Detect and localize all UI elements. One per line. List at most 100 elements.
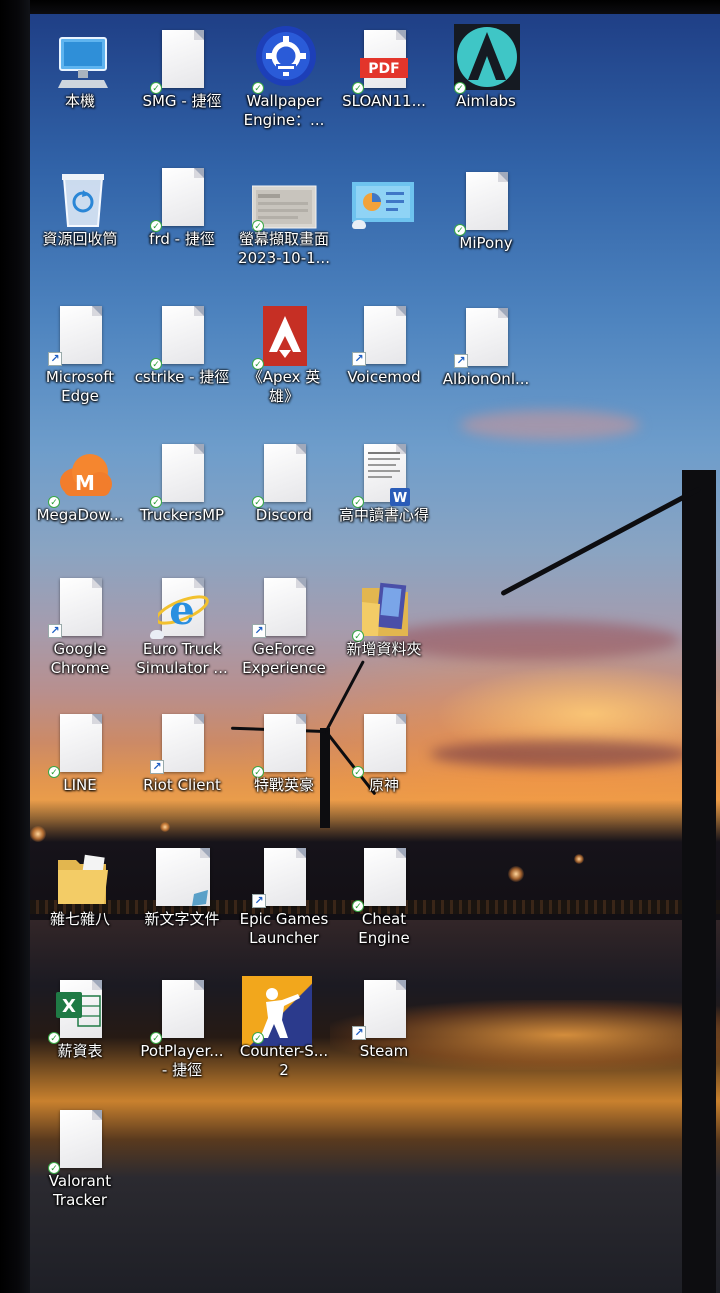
file-icon: [360, 714, 410, 774]
icon-label: frd - 捷徑: [149, 230, 215, 248]
file-icon: [360, 306, 410, 366]
icon-label: Valorant Tracker: [48, 1172, 112, 1209]
shortcut-arrow-icon: ↗: [252, 894, 266, 908]
desktop-icon-frd[interactable]: ✓ frd - 捷徑: [132, 156, 232, 284]
icon-label: Google Chrome: [50, 640, 110, 677]
icon-label: cstrike - 捷徑: [134, 368, 230, 386]
desktop-icon-albion[interactable]: ↗ AlbionOnl...: [436, 296, 536, 424]
apex-icon: [260, 306, 310, 366]
image-thumbnail-icon: [252, 168, 317, 229]
desktop-icon-line[interactable]: ✓ LINE: [30, 702, 130, 830]
file-icon: [260, 444, 310, 504]
icon-label: MegaDow...: [36, 506, 124, 524]
desktop-icon-misc-folder[interactable]: 雜七雜八: [30, 836, 130, 964]
file-icon: [462, 172, 512, 232]
icon-label: 新增資料夾: [346, 640, 422, 658]
excel-icon: X: [56, 980, 106, 1040]
desktop-icon-voicemod[interactable]: ↗ Voicemod: [334, 294, 434, 422]
desktop-icon-chrome[interactable]: ↗ Google Chrome: [30, 566, 130, 694]
desktop-icon-genshin[interactable]: ✓ 原神: [334, 702, 434, 830]
icon-label: 本機: [64, 92, 95, 110]
icon-label: Voicemod: [347, 368, 421, 386]
desktop-icon-riot[interactable]: ↗ Riot Client: [132, 702, 232, 830]
pdf-icon: PDF: [360, 30, 410, 90]
icon-label: 特戰英豪: [253, 776, 314, 794]
mega-cloud-icon: M: [56, 444, 112, 504]
desktop-icon-sloan[interactable]: PDF ✓ SLOAN11...: [334, 18, 434, 146]
desktop-icon-cs2[interactable]: ✓ Counter-S... 2: [234, 968, 334, 1096]
desktop-icon-truckersmp[interactable]: ✓ TruckersMP: [132, 432, 232, 560]
desktop-icon-steam[interactable]: ↗ Steam: [334, 968, 434, 1096]
icon-label: 資源回收筒: [42, 230, 118, 248]
desktop-icon-potplayer[interactable]: ✓ PotPlayer... - 捷徑: [132, 968, 232, 1096]
icon-label: 薪資表: [57, 1042, 103, 1060]
word-doc-icon: W: [360, 444, 410, 506]
file-icon: [158, 168, 208, 228]
desktop-icon-apex[interactable]: ✓ 《Apex 英雄》: [234, 294, 334, 422]
desktop-icon-smg[interactable]: ✓ SMG - 捷徑: [132, 18, 232, 146]
desktop-icon-valorant[interactable]: ✓ 特戰英豪: [234, 702, 334, 830]
desktop-icon-geforce[interactable]: ↗ GeForce Experience: [234, 566, 334, 694]
text-file-icon: [156, 848, 210, 908]
shortcut-arrow-icon: ↗: [150, 760, 164, 774]
icon-label: GeForce Experience: [242, 640, 326, 677]
shortcut-arrow-icon: ↗: [48, 352, 62, 366]
desktop-icon-this-pc[interactable]: 本機: [30, 18, 130, 146]
icon-label: SMG - 捷徑: [142, 92, 222, 110]
desktop-icon-slides-doc[interactable]: [334, 156, 434, 284]
icon-label: 螢幕擷取畫面 2023-10-1...: [238, 230, 330, 267]
cloud-status-icon: [150, 630, 164, 639]
folder-icon: [56, 848, 108, 908]
desktop-icon-ets[interactable]: e Euro Truck Simulator ...: [132, 566, 232, 694]
svg-text:PDF: PDF: [368, 61, 399, 77]
file-icon: [260, 578, 310, 638]
desktop-icon-new-text[interactable]: 新文字文件: [132, 836, 232, 964]
desktop-icon-epic[interactable]: ↗ Epic Games Launcher: [234, 836, 334, 964]
icon-label: Steam: [359, 1042, 409, 1060]
internet-explorer-icon: e: [158, 578, 209, 638]
desktop-icon-cstrike[interactable]: ✓ cstrike - 捷徑: [132, 294, 232, 422]
icon-label: SLOAN11...: [342, 92, 426, 110]
icon-label: MiPony: [459, 234, 513, 252]
desktop-icon-aimlabs[interactable]: ✓ Aimlabs: [436, 18, 536, 146]
file-icon: [158, 306, 208, 366]
icon-label: Discord: [255, 506, 313, 524]
icon-label: 高中讀書心得: [338, 506, 429, 524]
desktop-icon-wallpaper-engine[interactable]: ✓ Wallpaper Engine：...: [234, 18, 334, 146]
cloud-status-icon: [352, 220, 366, 229]
desktop-icon-cheat-engine[interactable]: ✓ Cheat Engine: [334, 836, 434, 964]
svg-text:M: M: [75, 471, 95, 495]
shortcut-arrow-icon: ↗: [352, 352, 366, 366]
desktop-icon-grid: 本機 資源回收筒 ↗ Microsoft Edge M ✓ MegaDow...…: [0, 0, 720, 1293]
icon-label: TruckersMP: [139, 506, 225, 524]
file-icon: [360, 848, 410, 908]
desktop-icon-salary[interactable]: X ✓ 薪資表: [30, 968, 130, 1096]
file-icon: [56, 1110, 106, 1170]
file-icon: [260, 848, 310, 908]
icon-label: PotPlayer... - 捷徑: [140, 1042, 224, 1079]
icon-label: Cheat Engine: [358, 910, 410, 947]
file-icon: [56, 578, 106, 638]
icon-label: 原神: [368, 776, 399, 794]
file-icon: [158, 444, 208, 504]
desktop-icon-megadownloader[interactable]: M ✓ MegaDow...: [30, 432, 130, 560]
desktop-icon-screenshot[interactable]: ✓ 螢幕擷取畫面 2023-10-1...: [234, 156, 334, 284]
icon-label: 雜七雜八: [49, 910, 110, 928]
icon-label: AlbionOnl...: [442, 370, 530, 388]
file-icon: [158, 714, 208, 774]
file-icon: [56, 306, 106, 366]
desktop-icon-recycle-bin[interactable]: 資源回收筒: [30, 156, 130, 284]
icon-label: Aimlabs: [456, 92, 516, 110]
desktop-icon-valorant-tracker[interactable]: ✓ Valorant Tracker: [30, 1098, 130, 1226]
desktop-icon-edge[interactable]: ↗ Microsoft Edge: [30, 294, 130, 422]
desktop-icon-book-report[interactable]: W ✓ 高中讀書心得: [334, 432, 434, 560]
desktop-icon-new-folder[interactable]: ✓ 新增資料夾: [334, 566, 434, 694]
counter-strike-icon: [242, 976, 312, 1046]
icon-label: Microsoft Edge: [45, 368, 115, 405]
monitor-icon: [56, 30, 108, 90]
svg-text:e: e: [169, 587, 194, 634]
desktop-icon-discord[interactable]: ✓ Discord: [234, 432, 334, 560]
icon-label: Euro Truck Simulator ...: [136, 640, 228, 677]
desktop-icon-mipony[interactable]: ✓ MiPony: [436, 160, 536, 288]
presentation-icon: [352, 168, 414, 228]
